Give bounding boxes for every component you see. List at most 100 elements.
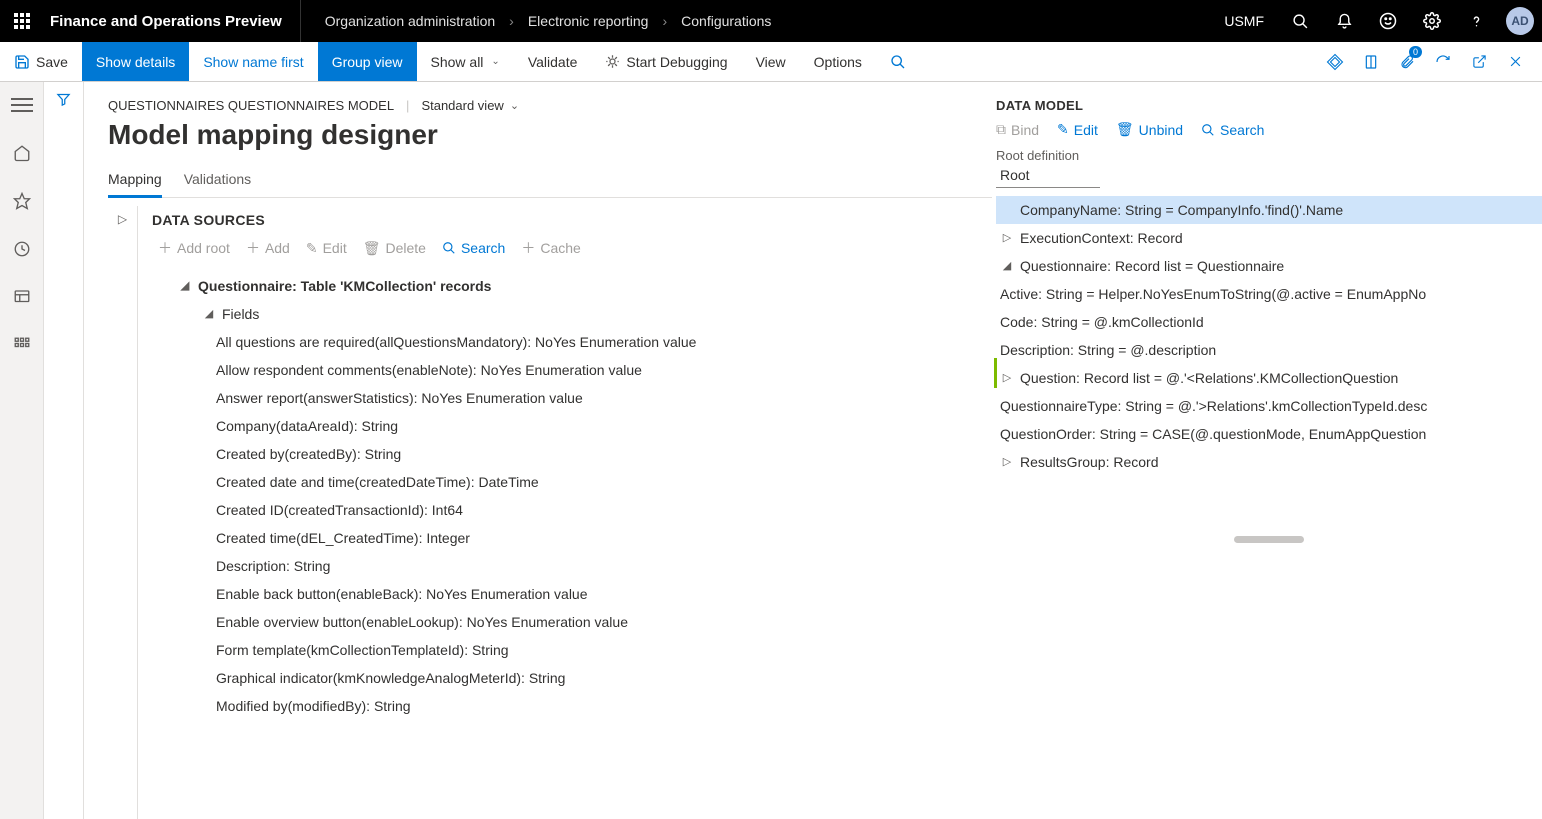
bind-button[interactable]: ⧉Bind bbox=[996, 121, 1039, 138]
modules-icon[interactable] bbox=[0, 332, 44, 358]
tree-node-companyname[interactable]: CompanyName: String = CompanyInfo.'find(… bbox=[996, 196, 1542, 224]
tree-node-field[interactable]: Description: String bbox=[158, 552, 992, 580]
view-selector[interactable]: Standard view ⌄ bbox=[421, 98, 519, 113]
data-model-section: DATA MODEL ⧉Bind ✎Edit 🗑Unbind Search Ro… bbox=[996, 98, 1542, 543]
close-icon[interactable] bbox=[1498, 42, 1532, 82]
workspace-icon[interactable] bbox=[0, 284, 44, 310]
show-details-button[interactable]: Show details bbox=[82, 42, 189, 81]
search-button[interactable]: Search bbox=[436, 234, 511, 262]
refresh-icon[interactable] bbox=[1426, 42, 1460, 82]
tree-node-questionnaire[interactable]: ◢Questionnaire: Record list = Questionna… bbox=[996, 252, 1542, 280]
app-launcher-button[interactable] bbox=[0, 0, 44, 42]
expand-right-icon[interactable]: ▷ bbox=[118, 212, 127, 819]
plus-icon: ＋ bbox=[521, 238, 535, 258]
validate-button[interactable]: Validate bbox=[514, 42, 592, 81]
commandbar-search-button[interactable] bbox=[876, 42, 920, 81]
group-view-button[interactable]: Group view bbox=[318, 42, 417, 81]
save-icon bbox=[14, 54, 30, 70]
edit-button[interactable]: ✎Edit bbox=[1057, 121, 1098, 138]
tree-node-root[interactable]: ◢Questionnaire: Table 'KMCollection' rec… bbox=[158, 272, 992, 300]
star-icon[interactable] bbox=[0, 188, 44, 214]
view-menu[interactable]: View bbox=[742, 42, 800, 81]
delete-button[interactable]: 🗑Delete bbox=[357, 234, 432, 262]
search-icon[interactable] bbox=[1278, 0, 1322, 42]
tree-node-field[interactable]: Enable back button(enableBack): NoYes En… bbox=[158, 580, 992, 608]
home-icon[interactable] bbox=[0, 140, 44, 166]
tree-node-code[interactable]: Code: String = @.kmCollectionId bbox=[996, 308, 1542, 336]
top-bar: Finance and Operations Preview Organizat… bbox=[0, 0, 1542, 42]
pencil-icon: ✎ bbox=[306, 240, 318, 257]
tree-node-field[interactable]: Created date and time(createdDateTime): … bbox=[158, 468, 992, 496]
pencil-icon: ✎ bbox=[1057, 121, 1069, 138]
hamburger-icon bbox=[11, 98, 33, 112]
add-root-button[interactable]: ＋Add root bbox=[152, 234, 236, 262]
bell-icon[interactable] bbox=[1322, 0, 1366, 42]
root-definition-value[interactable]: Root bbox=[996, 165, 1100, 188]
horizontal-scrollbar[interactable] bbox=[1234, 536, 1304, 543]
section-title-datamodel: DATA MODEL bbox=[996, 98, 1542, 113]
user-avatar[interactable]: AD bbox=[1498, 0, 1542, 42]
nav-expand-button[interactable] bbox=[0, 92, 44, 118]
twisty-closed-icon: ▷ bbox=[1000, 368, 1014, 388]
tab-validations[interactable]: Validations bbox=[184, 165, 251, 197]
top-bar-right: USMF AD bbox=[1210, 0, 1542, 42]
start-debugging-button[interactable]: Start Debugging bbox=[591, 42, 741, 81]
smile-icon[interactable] bbox=[1366, 0, 1410, 42]
tree-node-field[interactable]: Created time(dEL_CreatedTime): Integer bbox=[158, 524, 992, 552]
trash-icon: 🗑 bbox=[363, 240, 381, 257]
datasources-main: DATA SOURCES ＋Add root ＋Add ✎Edit 🗑Delet… bbox=[138, 206, 992, 819]
tree-node-field[interactable]: Company(dataAreaId): String bbox=[158, 412, 992, 440]
filter-column bbox=[44, 82, 84, 819]
chevron-down-icon: ⌄ bbox=[510, 99, 519, 112]
diamond-icon[interactable] bbox=[1318, 42, 1352, 82]
tree-node-executioncontext[interactable]: ▷ExecutionContext: Record bbox=[996, 224, 1542, 252]
add-button[interactable]: ＋Add bbox=[240, 234, 296, 262]
breadcrumb-item[interactable]: Electronic reporting bbox=[528, 13, 649, 29]
tree-node-description[interactable]: Description: String = @.description bbox=[996, 336, 1542, 364]
cache-button[interactable]: ＋Cache bbox=[515, 234, 586, 262]
tree-node-question[interactable]: ▷Question: Record list = @.'<Relations'.… bbox=[996, 364, 1542, 392]
tree-node-fields[interactable]: ◢Fields bbox=[158, 300, 992, 328]
attachments-button[interactable]: 0 bbox=[1390, 42, 1424, 82]
breadcrumb-item[interactable]: Organization administration bbox=[325, 13, 495, 29]
chevron-right-icon: › bbox=[509, 13, 514, 29]
tab-mapping[interactable]: Mapping bbox=[108, 165, 162, 197]
tree-node-field[interactable]: Created ID(createdTransactionId): Int64 bbox=[158, 496, 992, 524]
page-icon[interactable] bbox=[1354, 42, 1388, 82]
save-button[interactable]: Save bbox=[0, 42, 82, 81]
splitter-handle[interactable] bbox=[994, 358, 997, 388]
datasource-tree[interactable]: ◢Questionnaire: Table 'KMCollection' rec… bbox=[152, 272, 992, 819]
tree-node-qtype[interactable]: QuestionnaireType: String = @.'>Relation… bbox=[996, 392, 1542, 420]
tree-node-resultsgroup[interactable]: ▷ResultsGroup: Record bbox=[996, 448, 1542, 476]
options-menu[interactable]: Options bbox=[800, 42, 876, 81]
help-icon[interactable] bbox=[1454, 0, 1498, 42]
tree-node-field[interactable]: Graphical indicator(kmKnowledgeAnalogMet… bbox=[158, 664, 992, 692]
tab-strip: Mapping Validations bbox=[108, 165, 992, 198]
breadcrumb-item[interactable]: Configurations bbox=[681, 13, 771, 29]
trash-icon: 🗑 bbox=[1116, 121, 1134, 138]
tree-node-active[interactable]: Active: String = Helper.NoYesEnumToStrin… bbox=[996, 280, 1542, 308]
recent-icon[interactable] bbox=[0, 236, 44, 262]
tree-node-field[interactable]: Allow respondent comments(enableNote): N… bbox=[158, 356, 992, 384]
datamodel-tree[interactable]: CompanyName: String = CompanyInfo.'find(… bbox=[996, 196, 1542, 516]
tree-node-field[interactable]: Answer report(answerStatistics): NoYes E… bbox=[158, 384, 992, 412]
filter-icon[interactable] bbox=[56, 92, 71, 819]
tree-node-field[interactable]: All questions are required(allQuestionsM… bbox=[158, 328, 992, 356]
gear-icon[interactable] bbox=[1410, 0, 1454, 42]
tree-node-field[interactable]: Created by(createdBy): String bbox=[158, 440, 992, 468]
search-button[interactable]: Search bbox=[1201, 121, 1264, 138]
page-caption: QUESTIONNAIRES QUESTIONNAIRES MODEL bbox=[108, 98, 394, 113]
tree-node-field[interactable]: Enable overview button(enableLookup): No… bbox=[158, 608, 992, 636]
legal-entity[interactable]: USMF bbox=[1210, 13, 1278, 29]
show-all-menu[interactable]: Show all⌄ bbox=[417, 42, 514, 81]
unbind-button[interactable]: 🗑Unbind bbox=[1116, 121, 1183, 138]
commandbar-right: 0 bbox=[1318, 42, 1542, 81]
show-name-first-button[interactable]: Show name first bbox=[189, 42, 317, 81]
edit-button[interactable]: ✎Edit bbox=[300, 234, 353, 262]
popout-icon[interactable] bbox=[1462, 42, 1496, 82]
tree-node-qorder[interactable]: QuestionOrder: String = CASE(@.questionM… bbox=[996, 420, 1542, 448]
search-icon bbox=[1201, 123, 1215, 137]
command-bar: Save Show details Show name first Group … bbox=[0, 42, 1542, 82]
tree-node-field[interactable]: Modified by(modifiedBy): String bbox=[158, 692, 992, 720]
tree-node-field[interactable]: Form template(kmCollectionTemplateId): S… bbox=[158, 636, 992, 664]
